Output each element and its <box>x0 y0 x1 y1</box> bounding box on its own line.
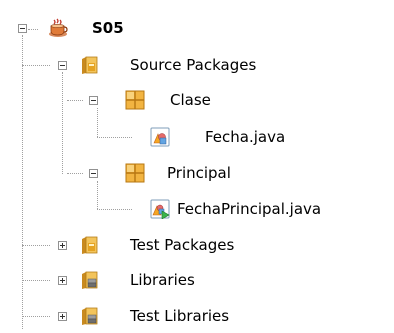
java-main-class-icon <box>150 199 170 220</box>
collapse-toggle-icon[interactable] <box>58 61 67 70</box>
tree-label: Test Libraries <box>130 307 230 325</box>
collapse-toggle-icon[interactable] <box>18 24 27 33</box>
tree-guide-root <box>22 35 23 329</box>
tree-label: Libraries <box>130 271 195 289</box>
tree-row-project[interactable]: S05 <box>10 12 150 46</box>
tree-label: Fecha.java <box>205 128 286 146</box>
collapse-toggle-icon[interactable] <box>89 96 98 105</box>
project-name: S05 <box>92 19 124 37</box>
tree-guide <box>22 65 50 66</box>
project-tree: S05 Source Packages Clase Fecha.java Pri… <box>0 0 394 329</box>
test-folder-icon <box>80 235 100 255</box>
tree-row-libraries[interactable]: Libraries <box>50 263 250 297</box>
tree-row-test-libraries[interactable]: Test Libraries <box>50 299 290 333</box>
tree-label: Principal <box>167 164 231 182</box>
libraries-folder-icon <box>80 270 100 290</box>
tree-row-file-fechaprincipal[interactable]: FechaPrincipal.java <box>130 192 392 226</box>
tree-guide-source <box>62 72 63 174</box>
expand-toggle-icon[interactable] <box>58 312 67 321</box>
tree-guide <box>67 173 83 174</box>
tree-row-package-clase[interactable]: Clase <box>83 83 243 117</box>
expand-toggle-icon[interactable] <box>58 241 67 250</box>
tree-guide <box>97 137 132 138</box>
tree-label: Test Packages <box>130 236 235 254</box>
coffee-cup-project-icon <box>48 18 68 38</box>
collapse-toggle-icon[interactable] <box>89 169 98 178</box>
tree-label: FechaPrincipal.java <box>177 200 322 218</box>
tree-label: Clase <box>170 91 211 109</box>
tree-guide <box>22 316 50 317</box>
tree-row-test-packages[interactable]: Test Packages <box>50 228 310 262</box>
tree-guide <box>67 100 83 101</box>
tree-guide <box>22 280 50 281</box>
package-icon <box>125 90 145 110</box>
test-libraries-folder-icon <box>80 306 100 326</box>
tree-row-package-principal[interactable]: Principal <box>83 156 263 190</box>
expand-toggle-icon[interactable] <box>58 276 67 285</box>
package-icon <box>125 163 145 183</box>
tree-row-file-fecha[interactable]: Fecha.java <box>130 120 290 154</box>
tree-row-source-packages[interactable]: Source Packages <box>50 48 310 82</box>
tree-guide <box>22 245 50 246</box>
source-folder-icon <box>80 55 100 75</box>
java-class-icon <box>150 127 170 147</box>
tree-label: Source Packages <box>130 56 257 74</box>
tree-guide <box>97 209 132 210</box>
